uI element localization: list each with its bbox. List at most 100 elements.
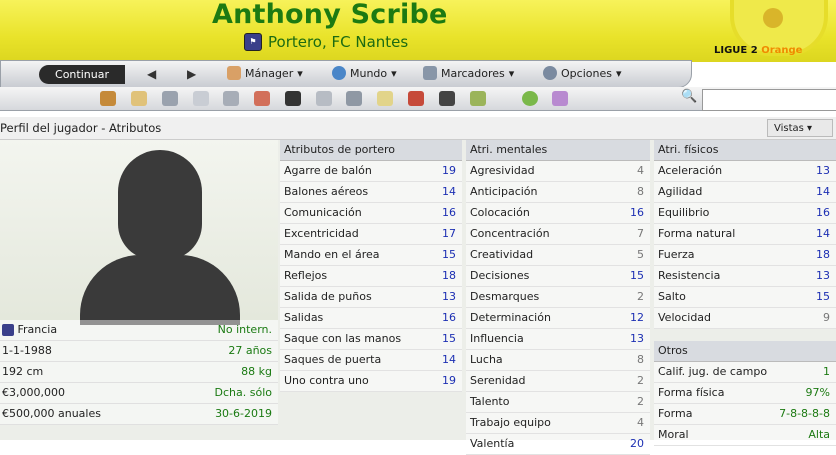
squad-icon[interactable] xyxy=(223,91,239,106)
attribute-row[interactable]: Salto 15 xyxy=(654,287,836,308)
chevron-down-icon: ▾ xyxy=(297,66,303,80)
bread-icon[interactable] xyxy=(131,91,147,106)
attribute-value: 7 xyxy=(637,227,644,240)
attribute-row[interactable]: Influencia 13 xyxy=(466,329,650,350)
attribute-label: Calif. jug. de campo xyxy=(658,365,768,378)
attribute-row[interactable]: Comunicación 16 xyxy=(280,203,462,224)
mental-attributes: Atri. mentales Agresividad 4 Anticipación 8… xyxy=(466,140,650,455)
attribute-label: Valentía xyxy=(470,437,515,450)
attribute-row[interactable]: Colocación 16 xyxy=(466,203,650,224)
binoculars-icon[interactable] xyxy=(439,91,455,106)
attribute-value: 14 xyxy=(442,185,456,198)
attribute-row[interactable]: Forma natural 14 xyxy=(654,224,836,245)
options-menu[interactable]: Opciones ▾ xyxy=(543,66,621,80)
wage: €500,000 anuales xyxy=(2,407,101,420)
attribute-row[interactable]: Talento 2 xyxy=(466,392,650,413)
bookmarks-menu[interactable]: Marcadores ▾ xyxy=(423,66,514,80)
page-title-bar: Perfil del jugador - Atributos xyxy=(0,117,836,140)
finance-icon[interactable] xyxy=(470,91,486,106)
notes-icon[interactable] xyxy=(162,91,178,106)
continue-button[interactable]: Continuar xyxy=(39,65,125,84)
attribute-value: 19 xyxy=(442,164,456,177)
attribute-row[interactable]: Forma 7-8-8-8-8 xyxy=(654,404,836,425)
chevron-down-icon: ▾ xyxy=(391,66,397,80)
attribute-row[interactable]: Trabajo equipo 4 xyxy=(466,413,650,434)
globe-icon xyxy=(332,66,346,80)
attribute-row[interactable]: Excentricidad 17 xyxy=(280,224,462,245)
gear-icon xyxy=(543,66,557,80)
player-subtitle[interactable]: ⚑ Portero, FC Nantes xyxy=(244,33,408,51)
info-row-contract: €500,000 anuales 30-6-2019 xyxy=(0,404,278,425)
attribute-row[interactable]: Agilidad 14 xyxy=(654,182,836,203)
bookmarks-icon xyxy=(423,66,437,80)
attribute-row[interactable]: Saque con las manos 15 xyxy=(280,329,462,350)
attribute-row[interactable]: Valentía 20 xyxy=(466,434,650,455)
nationality[interactable]: Francia xyxy=(2,320,57,340)
attribute-value: 8 xyxy=(637,185,644,198)
attribute-label: Balones aéreos xyxy=(284,185,369,198)
help-icon[interactable] xyxy=(522,91,538,106)
other-header: Otros xyxy=(654,341,836,362)
attribute-row[interactable]: Velocidad 9 xyxy=(654,308,836,329)
attribute-row[interactable]: Lucha 8 xyxy=(466,350,650,371)
home-icon[interactable] xyxy=(100,91,116,106)
info-row-birth: 1-1-1988 27 años xyxy=(0,341,278,362)
attribute-row[interactable]: Desmarques 2 xyxy=(466,287,650,308)
attribute-row[interactable]: Salida de puños 13 xyxy=(280,287,462,308)
page-title: Perfil del jugador - Atributos xyxy=(0,121,162,135)
attribute-row[interactable]: Balones aéreos 14 xyxy=(280,182,462,203)
attribute-value: 15 xyxy=(442,332,456,345)
question-icon[interactable] xyxy=(552,91,568,106)
attribute-value: 18 xyxy=(442,269,456,282)
attribute-row[interactable]: Fuerza 18 xyxy=(654,245,836,266)
player-name: Anthony Scribe xyxy=(212,0,448,30)
attribute-row[interactable]: Calif. jug. de campo 1 xyxy=(654,362,836,383)
attribute-row[interactable]: Mando en el área 15 xyxy=(280,245,462,266)
manager-menu[interactable]: Mánager ▾ xyxy=(227,66,303,80)
tactics-icon[interactable] xyxy=(346,91,362,106)
trophy-icon[interactable] xyxy=(316,91,332,106)
attribute-row[interactable]: Uno contra uno 19 xyxy=(280,371,462,392)
film-icon[interactable] xyxy=(285,91,301,106)
attribute-row[interactable]: Resistencia 13 xyxy=(654,266,836,287)
info-row-size: 192 cm 88 kg xyxy=(0,362,278,383)
attribute-label: Agarre de balón xyxy=(284,164,372,177)
attribute-row[interactable]: Creatividad 5 xyxy=(466,245,650,266)
attribute-value: 8 xyxy=(637,353,644,366)
forward-arrow-icon[interactable]: ▶ xyxy=(187,67,196,81)
weight: 88 kg xyxy=(241,365,272,378)
attribute-row[interactable]: Forma física 97% xyxy=(654,383,836,404)
attribute-row[interactable]: Serenidad 2 xyxy=(466,371,650,392)
attribute-value: 1 xyxy=(823,365,830,378)
back-arrow-icon[interactable]: ◀ xyxy=(147,67,156,81)
main-toolbar: Continuar ◀ ▶ Mánager ▾ Mundo ▾ Marcador… xyxy=(0,60,692,88)
transfer-icon[interactable] xyxy=(254,91,270,106)
attribute-label: Decisiones xyxy=(470,269,530,282)
clipboard-icon[interactable] xyxy=(377,91,393,106)
world-menu[interactable]: Mundo ▾ xyxy=(332,66,397,80)
search-input[interactable] xyxy=(702,89,836,111)
international-status: No intern. xyxy=(217,323,272,336)
attribute-row[interactable]: Saques de puerta 14 xyxy=(280,350,462,371)
attribute-row[interactable]: Decisiones 15 xyxy=(466,266,650,287)
attribute-row[interactable]: Moral Alta xyxy=(654,425,836,446)
attribute-row[interactable]: Salidas 16 xyxy=(280,308,462,329)
attribute-row[interactable]: Reflejos 18 xyxy=(280,266,462,287)
search-icon[interactable]: 🔍 xyxy=(681,89,697,104)
world-menu-label: Mundo xyxy=(350,66,388,80)
attribute-row[interactable]: Equilibrio 16 xyxy=(654,203,836,224)
player-subtitle-text[interactable]: Portero, FC Nantes xyxy=(268,33,408,51)
attribute-row[interactable]: Agarre de balón 19 xyxy=(280,161,462,182)
match-icon[interactable] xyxy=(408,91,424,106)
views-dropdown[interactable]: Vistas ▾ xyxy=(767,119,833,137)
attribute-label: Concentración xyxy=(470,227,550,240)
attribute-label: Colocación xyxy=(470,206,530,219)
calendar-icon[interactable] xyxy=(193,91,209,106)
attribute-row[interactable]: Anticipación 8 xyxy=(466,182,650,203)
league-logo[interactable]: LIGUE 2 Orange xyxy=(710,0,836,62)
attribute-row[interactable]: Determinación 12 xyxy=(466,308,650,329)
attribute-row[interactable]: Agresividad 4 xyxy=(466,161,650,182)
attribute-row[interactable]: Concentración 7 xyxy=(466,224,650,245)
attribute-row[interactable]: Aceleración 13 xyxy=(654,161,836,182)
league-name: LIGUE 2 Orange xyxy=(714,45,803,56)
